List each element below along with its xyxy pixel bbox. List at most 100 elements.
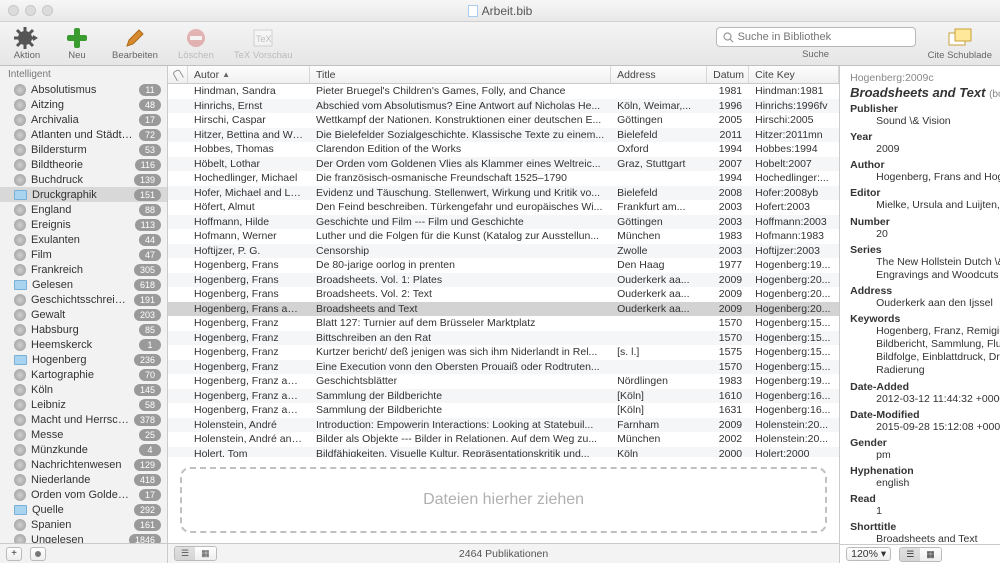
sidebar-item-count: 203 [134,309,161,321]
search-icon [723,32,734,43]
sidebar-item[interactable]: Gewalt203 [0,307,167,322]
sidebar-item[interactable]: Hogenberg236 [0,352,167,367]
sidebar-item[interactable]: Spanien161 [0,517,167,532]
bearbeiten-button[interactable]: Bearbeiten [108,27,162,61]
sidebar-item[interactable]: Aitzing48 [0,97,167,112]
table-row[interactable]: Hogenberg, FranzBlatt 127: Turnier auf d… [168,316,839,331]
col-address[interactable]: Address [611,66,707,83]
view-toggle[interactable]: ☰▦ [174,546,217,561]
table-row[interactable]: Höbelt, LotharDer Orden vom Goldenen Vli… [168,157,839,172]
sidebar-item[interactable]: Atlanten und Städtebuch72 [0,127,167,142]
smart-group-icon [14,474,26,486]
minimize-dot[interactable] [25,5,36,16]
table-row[interactable]: Holenstein, AndréIntroduction: Empowerin… [168,418,839,433]
tex-vorschau-button[interactable]: TeX TeX Vorschau [230,27,297,61]
cell-autor: Hofer, Michael and Lei... [188,187,310,199]
sidebar-item[interactable]: Absolutismus11 [0,82,167,97]
sidebar-item[interactable]: Film47 [0,247,167,262]
table-row[interactable]: Holenstein, André and...Bilder als Objek… [168,432,839,447]
close-dot[interactable] [8,5,19,16]
cell-addr: Ouderkerk aa... [611,274,707,286]
sidebar-item[interactable]: Frankreich305 [0,262,167,277]
sidebar-item[interactable]: Habsburg85 [0,322,167,337]
detail-pane[interactable]: Hogenberg:2009c Broadsheets and Text (bo… [840,66,1000,544]
smart-group-icon [14,114,26,126]
file-dropzone[interactable]: Dateien hierher ziehen [180,467,827,533]
table-row[interactable]: Hochedlinger, MichaelDie französisch-osm… [168,171,839,186]
sidebar-item[interactable]: Leibniz58 [0,397,167,412]
sidebar-item[interactable]: Ereignis113 [0,217,167,232]
col-title[interactable]: Title [310,66,611,83]
sidebar-item[interactable]: Macht und Herrschaft378 [0,412,167,427]
col-attachment[interactable] [168,66,188,83]
col-citekey[interactable]: Cite Key [749,66,839,83]
table-row[interactable]: Hobbes, ThomasClarendon Edition of the W… [168,142,839,157]
sidebar-item-label: Gelesen [32,279,129,291]
sidebar-item[interactable]: Nachrichtenwesen129 [0,457,167,472]
sidebar-item[interactable]: England88 [0,202,167,217]
sidebar-item[interactable]: Köln145 [0,382,167,397]
sidebar-item[interactable]: Geschichtsschreibung191 [0,292,167,307]
sidebar-item-label: Buchdruck [31,174,129,186]
add-group-button[interactable]: + [6,547,22,561]
detail-grid-icon[interactable]: ▦ [920,548,941,561]
table-row[interactable]: Hoffmann, HildeGeschichte und Film --- F… [168,215,839,230]
folder-icon [14,280,27,290]
table-row[interactable]: Hindman, SandraPieter Bruegel's Children… [168,84,839,99]
sidebar-item[interactable]: Quelle292 [0,502,167,517]
zoom-dot[interactable] [42,5,53,16]
table-row[interactable]: Hogenberg, FranzKurtzer bericht/ deß jen… [168,345,839,360]
sidebar-item[interactable]: Exulanten44 [0,232,167,247]
sidebar-item[interactable]: Bildersturm53 [0,142,167,157]
sidebar-action-button[interactable] [30,547,46,561]
sidebar-item[interactable]: Heemskerck1 [0,337,167,352]
table-row[interactable]: Hogenberg, FranzBittschreiben an den Rat… [168,331,839,346]
table-row[interactable]: Hogenberg, Franz and...Sammlung der Bild… [168,403,839,418]
list-view-icon[interactable]: ☰ [175,547,195,560]
table-body[interactable]: Hindman, SandraPieter Bruegel's Children… [168,84,839,457]
table-row[interactable]: Hofer, Michael and Lei...Evidenz und Täu… [168,186,839,201]
detail-list-icon[interactable]: ☰ [900,548,920,561]
aktion-button[interactable]: Aktion [8,27,46,61]
label-year: Year [850,131,1000,143]
sidebar-item[interactable]: Orden vom Goldenen Vlies17 [0,487,167,502]
col-datum[interactable]: Datum [707,66,749,83]
table-row[interactable]: Höfert, AlmutDen Feind beschreiben. Türk… [168,200,839,215]
table-row[interactable]: Hinrichs, ErnstAbschied vom Absolutismus… [168,99,839,114]
window-controls[interactable] [8,5,53,16]
table-row[interactable]: Holert, TomBildfähigkeiten. Visuelle Kul… [168,447,839,458]
table-row[interactable]: Hogenberg, Frans and...Broadsheets and T… [168,302,839,317]
sidebar-item[interactable]: Archivalia17 [0,112,167,127]
sidebar-item[interactable]: Niederlande418 [0,472,167,487]
zoom-select[interactable]: 120% ▾ [846,547,891,561]
detail-view-toggle[interactable]: ☰▦ [899,547,942,562]
sidebar-item[interactable]: Druckgraphik151 [0,187,167,202]
table-row[interactable]: Hogenberg, Franz and...Geschichtsblätter… [168,374,839,389]
loeschen-button[interactable]: Löschen [174,27,218,61]
table-row[interactable]: Hitzer, Bettina and Wel...Die Bielefelde… [168,128,839,143]
sidebar-item[interactable]: Ungelesen1846 [0,532,167,543]
neu-button[interactable]: Neu [58,27,96,61]
table-row[interactable]: Hogenberg, FransBroadsheets. Vol. 1: Pla… [168,273,839,288]
sidebar-item[interactable]: Messe25 [0,427,167,442]
table-row[interactable]: Hogenberg, Franz and...Sammlung der Bild… [168,389,839,404]
sidebar-item[interactable]: Bildtheorie116 [0,157,167,172]
table-row[interactable]: Hogenberg, FranzEine Execution vonn den … [168,360,839,375]
value-hyphenation: english [850,477,1000,490]
sidebar-item[interactable]: Kartographie70 [0,367,167,382]
sidebar-item[interactable]: Münzkunde4 [0,442,167,457]
col-autor[interactable]: Autor▲ [188,66,310,83]
table-row[interactable]: Hirschi, CasparWettkampf der Nationen. K… [168,113,839,128]
sidebar-item[interactable]: Buchdruck139 [0,172,167,187]
cite-drawer-button[interactable]: Cite Schublade [928,27,992,61]
table-row[interactable]: Hogenberg, FransDe 80-jarige oorlog in p… [168,258,839,273]
search-input[interactable] [716,27,916,47]
sidebar-list[interactable]: Absolutismus11Aitzing48Archivalia17Atlan… [0,82,167,543]
table-row[interactable]: Hoftijzer, P. G.CensorshipZwolle2003Hoft… [168,244,839,259]
sidebar-item[interactable]: Gelesen618 [0,277,167,292]
grid-view-icon[interactable]: ▦ [195,547,216,560]
table-row[interactable]: Hofmann, WernerLuther und die Folgen für… [168,229,839,244]
table-row[interactable]: Hogenberg, FransBroadsheets. Vol. 2: Tex… [168,287,839,302]
cell-addr: Graz, Stuttgart [611,158,707,170]
smart-group-icon [14,459,26,471]
